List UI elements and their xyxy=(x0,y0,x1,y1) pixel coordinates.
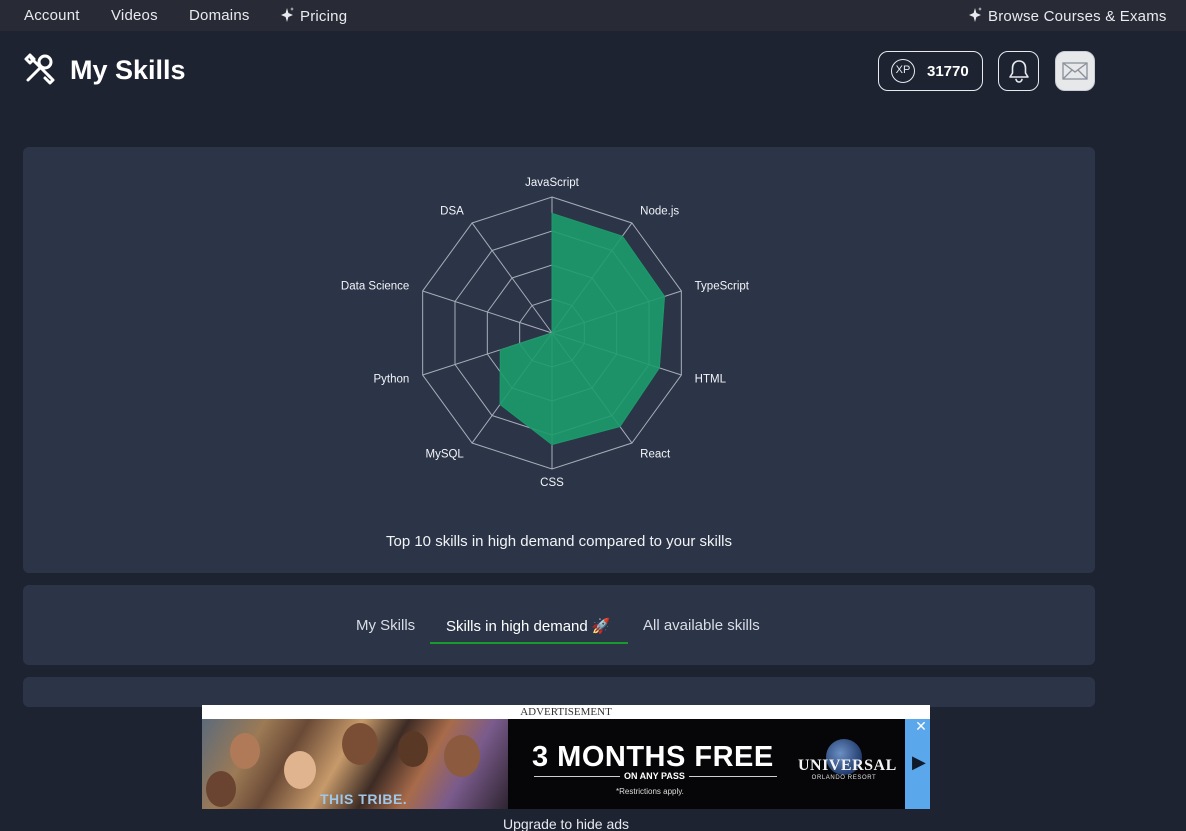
tab-my-skills[interactable]: My Skills xyxy=(356,617,415,634)
chevron-right-icon: ▶ xyxy=(912,752,926,772)
notifications-button[interactable] xyxy=(998,51,1039,91)
skills-radar-panel: JavaScript Node.js TypeScript HTML React CSS M… xyxy=(23,147,1095,573)
radar-axis-label: TypeScript xyxy=(695,281,750,293)
radar-axis-label: React xyxy=(640,448,671,460)
envelope-icon xyxy=(1062,62,1088,80)
ad-fineprint: *Restrictions apply. xyxy=(616,787,684,796)
radar-skill-area xyxy=(499,212,666,446)
upgrade-to-hide-ads-link[interactable]: Upgrade to hide ads xyxy=(202,816,930,831)
ad-tagline: THIS TRIBE. xyxy=(320,791,408,807)
nav-videos-link[interactable]: Videos xyxy=(111,7,158,24)
tab-all-available-skills[interactable]: All available skills xyxy=(643,617,760,634)
radar-axis-label: Node.js xyxy=(640,206,679,218)
ad-photo: THIS TRIBE. xyxy=(202,719,508,809)
radar-spoke xyxy=(471,222,553,334)
ad-brand-name: UNIVERSAL xyxy=(798,757,897,774)
radar-axis-label: CSS xyxy=(540,477,564,489)
nav-pricing-label: Pricing xyxy=(300,8,348,25)
page-title: My Skills xyxy=(70,55,186,85)
top-nav: Account Videos Domains Pricing Browse Co… xyxy=(0,0,1186,31)
tab-skills-in-high-demand[interactable]: Skills in high demand 🚀 xyxy=(446,617,611,635)
xp-icon: XP xyxy=(891,59,915,83)
radar-axis-label: JavaScript xyxy=(525,177,579,189)
ad-subline: ON ANY PASS xyxy=(620,771,689,781)
tools-icon xyxy=(24,53,55,85)
ad-close-button[interactable]: ✕ xyxy=(912,719,930,735)
ad-brand-logo: UNIVERSAL ORLANDO RESORT xyxy=(798,739,897,789)
nav-domains-link[interactable]: Domains xyxy=(189,7,250,24)
radar-caption: Top 10 skills in high demand compared to… xyxy=(385,533,732,550)
active-tab-indicator xyxy=(430,642,628,644)
radar-axis-label: Python xyxy=(374,373,410,385)
bell-icon xyxy=(1009,60,1029,83)
nav-browse-label: Browse Courses & Exams xyxy=(988,8,1167,25)
sparkle-icon xyxy=(281,7,294,22)
nav-account-link[interactable]: Account xyxy=(24,7,80,24)
xp-value: 31770 xyxy=(927,63,969,80)
ad-brand-sub: ORLANDO RESORT xyxy=(811,775,877,781)
sparkle-icon xyxy=(969,7,982,22)
skills-radar-chart: JavaScript Node.js TypeScript HTML React CSS M… xyxy=(341,177,750,489)
skills-tabs-panel: My Skills Skills in high demand 🚀 All av… xyxy=(23,585,1095,665)
ad-label: ADVERTISEMENT xyxy=(520,706,612,718)
radar-axis-label: DSA xyxy=(440,206,464,218)
messages-button[interactable] xyxy=(1055,51,1095,91)
nav-pricing-link[interactable]: Pricing xyxy=(280,7,347,25)
radar-axis-label: HTML xyxy=(695,373,727,385)
xp-button[interactable]: XP 31770 xyxy=(878,51,983,91)
skills-list-panel xyxy=(23,677,1095,707)
radar-axis-label: MySQL xyxy=(425,448,464,460)
ad-headline: 3 MONTHS FREE xyxy=(532,741,774,773)
radar-axis-label: Data Science xyxy=(341,281,409,293)
ad-creative[interactable]: THIS TRIBE. 3 MONTHS FREE ON ANY PASS *R… xyxy=(202,719,930,809)
advertisement: ADVERTISEMENT THIS TRIBE. 3 MONTHS FREE … xyxy=(202,705,930,809)
nav-browse-link[interactable]: Browse Courses & Exams xyxy=(968,7,1167,25)
